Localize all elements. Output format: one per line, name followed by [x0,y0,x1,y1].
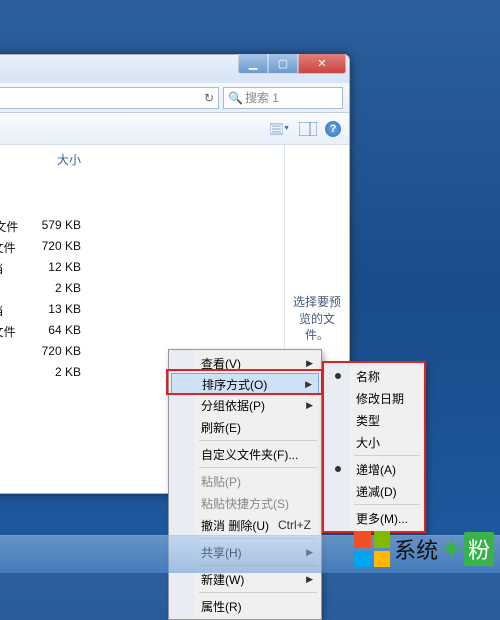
radio-dot-icon [335,373,341,379]
sort-submenu: 名称 修改日期 类型 大小 递增(A) 递减(D) 更多(M)... [322,361,426,533]
preview-placeholder: 选择要预览的文件。 [289,294,345,344]
toolbar: ▼ ? [0,113,349,145]
file-row[interactable]: 1/5/31 16:26DOCX 文档12 KB [0,258,284,279]
file-row[interactable]: 1/5/10 14:24快捷方式2 KB [0,279,284,300]
preview-pane-button[interactable] [297,118,319,140]
maximize-button[interactable]: ▢ [268,54,298,74]
radio-dot-icon [335,466,341,472]
watermark-slash-icon: ✦ [440,534,462,565]
submenu-arrow-icon: ▶ [306,574,313,585]
file-row[interactable]: 0/7/6 15:42PNG 图片文件579 KB [0,216,284,237]
search-icon: 🔍 [228,91,243,105]
column-header-type[interactable]: 类型 [0,151,27,168]
file-row[interactable]: 1/4/26 14:30DOCX 文档13 KB [0,300,284,321]
menu-paste-shortcut[interactable]: 粘贴快捷方式(S) [171,492,319,514]
search-placeholder-text: 搜索 1 [245,89,279,106]
minimize-button[interactable]: ▁ [238,54,268,74]
menu-refresh[interactable]: 刷新(E) [171,416,319,438]
view-options-button[interactable]: ▼ [269,118,291,140]
sort-more[interactable]: 更多(M)... [326,507,422,529]
watermark-text-b: 粉 [464,532,494,566]
refresh-icon[interactable]: ↻ [204,91,214,105]
sort-by-name[interactable]: 名称 [326,365,422,387]
address-bar: ◄ ► ↻ 🔍 搜索 1 [0,83,349,113]
annotation-highlight-sort [166,369,323,395]
search-input[interactable]: 🔍 搜索 1 [223,87,343,109]
file-row[interactable]: 1/5/27 10:48JPG 图片文件64 KB [0,321,284,342]
file-row[interactable]: 1/4/26 15:07JPG 图片文件720 KB [0,237,284,258]
submenu-arrow-icon: ▶ [306,358,313,369]
menu-customize[interactable]: 自定义文件夹(F)... [171,443,319,465]
sort-descending[interactable]: 递减(D) [326,480,422,502]
menu-properties[interactable]: 属性(R) [171,595,319,617]
watermark-logo: 系统 ✦ 粉 [354,531,494,567]
file-row[interactable]: 1/5/24 13:58文件夹 [0,195,284,216]
sort-by-type[interactable]: 类型 [326,409,422,431]
column-header-size[interactable]: 大小 [27,151,87,168]
submenu-arrow-icon: ▶ [306,400,313,411]
menu-group[interactable]: 分组依据(P)▶ [171,394,319,416]
file-row[interactable]: 1/6/2 13:46文件夹 [0,174,284,195]
address-input[interactable]: ↻ [0,87,219,109]
close-button[interactable]: ✕ [298,54,346,74]
sort-by-size[interactable]: 大小 [326,431,422,453]
shortcut-label: Ctrl+Z [278,518,311,532]
watermark-text-a: 系统 [394,533,438,565]
titlebar[interactable]: ▁ ▢ ✕ [0,55,349,83]
sort-ascending[interactable]: 递增(A) [326,458,422,480]
menu-undo-delete[interactable]: 撤消 删除(U)Ctrl+Z [171,514,319,536]
menu-paste[interactable]: 粘贴(P) [171,470,319,492]
ms-logo-icon [354,531,390,567]
sort-by-date[interactable]: 修改日期 [326,387,422,409]
help-button[interactable]: ? [325,121,341,137]
